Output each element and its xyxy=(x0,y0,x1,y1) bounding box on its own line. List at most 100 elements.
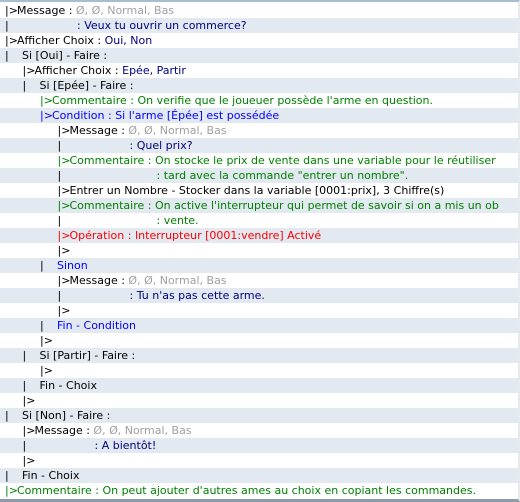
event-command-row[interactable]: | : Tu n'as pas cette arme. xyxy=(0,288,518,303)
event-command-row[interactable]: | : Veux tu ouvrir un commerce? xyxy=(0,18,518,33)
command-segment: Fin - Choix xyxy=(39,379,97,392)
command-text: Sinon xyxy=(57,258,88,273)
event-command-row[interactable]: |> Message : Ø, Ø, Normal, Bas xyxy=(0,123,518,138)
command-text: Commentaire : On stocke le prix de vente… xyxy=(70,153,496,168)
event-command-row[interactable]: | Fin - Choix xyxy=(0,468,518,483)
command-segment: Commentaire : On active l'interrupteur q… xyxy=(69,199,499,212)
event-command-row[interactable]: | Sinon xyxy=(0,258,518,273)
command-segment: : Veux tu ouvrir un commerce? xyxy=(77,19,247,32)
command-segment: Afficher Choix : xyxy=(34,64,123,77)
event-command-row[interactable]: |> Opération : Interrupteur [0001:vendre… xyxy=(0,228,518,243)
event-command-row[interactable]: |> Message : Ø, Ø, Normal, Bas xyxy=(0,273,518,288)
command-marker: |> xyxy=(57,304,71,317)
command-text: Message : Ø, Ø, Normal, Bas xyxy=(35,423,192,438)
command-segment: Message : xyxy=(69,124,129,137)
command-text: Si [Partir] - Faire : xyxy=(40,348,136,363)
event-command-row[interactable]: |> Afficher Choix : Oui, Non xyxy=(0,33,518,48)
command-text: : tard avec la commande "entrer un nombr… xyxy=(157,168,409,183)
command-text: Opération : Interrupteur [0001:vendre] A… xyxy=(70,228,322,243)
indent-bar: | xyxy=(40,319,44,332)
command-segment: : Quel prix? xyxy=(129,139,193,152)
command-marker: |> xyxy=(22,454,36,467)
command-segment: Fin - Condition xyxy=(57,319,137,332)
command-segment: Si [Epée] - Faire : xyxy=(39,79,134,92)
command-segment: Condition : Si l'arme [Épée] est possédé… xyxy=(52,109,280,122)
command-text: : Veux tu ouvrir un commerce? xyxy=(77,18,247,33)
command-segment: Si [Non] - Faire : xyxy=(22,409,111,422)
indent-bar: | xyxy=(22,349,27,362)
command-segment: : A bientôt! xyxy=(94,439,157,452)
event-command-row[interactable]: | : vente. xyxy=(0,213,518,228)
command-text: : vente. xyxy=(157,213,199,228)
event-command-row[interactable]: | Si [Epée] - Faire : xyxy=(0,78,518,93)
event-command-row[interactable]: |> xyxy=(0,393,518,408)
event-command-row[interactable]: |> xyxy=(0,333,518,348)
command-params: Ø, Ø, Normal, Bas xyxy=(128,274,227,287)
indent-bar: | xyxy=(57,139,62,152)
command-segment: : vente. xyxy=(156,214,199,227)
command-text: Message : Ø, Ø, Normal, Bas xyxy=(70,273,227,288)
command-segment: Message : xyxy=(17,4,76,17)
command-params: Ø, Ø, Normal, Bas xyxy=(93,424,192,437)
event-command-row[interactable]: |> xyxy=(0,243,518,258)
command-params: Ø, Ø, Normal, Bas xyxy=(128,124,227,137)
command-segment: Sinon xyxy=(57,259,88,272)
event-command-row[interactable]: |> Commentaire : On verifie que le joueu… xyxy=(0,93,518,108)
indent-bar: | xyxy=(5,469,9,482)
indent-bar: | xyxy=(5,409,9,422)
command-text: Si [Non] - Faire : xyxy=(22,408,110,423)
event-command-row[interactable]: |> Message : Ø, Ø, Normal, Bas xyxy=(0,423,518,438)
command-text: Afficher Choix : Oui, Non xyxy=(17,33,152,48)
command-text: Fin - Condition xyxy=(57,318,136,333)
command-segment: Opération : Interrupteur [0001:vendre] A… xyxy=(69,229,322,242)
event-command-list[interactable]: |> Message : Ø, Ø, Normal, Bas |: Veux tu… xyxy=(0,3,518,498)
indent-bar: | xyxy=(22,79,27,92)
event-command-row[interactable]: |> Condition : Si l'arme [Épée] est poss… xyxy=(0,108,518,123)
indent-bar: | xyxy=(57,214,62,227)
indent-bar: | xyxy=(5,49,9,62)
command-text: Fin - Choix xyxy=(40,378,97,393)
event-command-row[interactable]: |> xyxy=(0,453,518,468)
event-command-row[interactable]: |> Commentaire : On active l'interrupteu… xyxy=(0,198,518,213)
command-segment: Fin - Choix xyxy=(22,469,80,482)
event-command-row[interactable]: |> Message : Ø, Ø, Normal, Bas xyxy=(0,3,518,18)
event-command-row[interactable]: | : A bientôt! xyxy=(0,438,518,453)
event-command-row[interactable]: |> Commentaire : On peut ajouter d'autre… xyxy=(0,483,518,498)
command-params: Ø, Ø, Normal, Bas xyxy=(75,4,175,17)
command-segment: : Tu n'as pas cette arme. xyxy=(129,289,265,302)
indent-bar: | xyxy=(22,439,27,452)
command-segment: Si [Partir] - Faire : xyxy=(39,349,136,362)
command-segment: Oui, Non xyxy=(104,34,153,47)
event-command-row[interactable]: |> Entrer un Nombre - Stocker dans la va… xyxy=(0,183,518,198)
command-segment: Afficher Choix : xyxy=(17,34,105,47)
event-command-row[interactable]: | Si [Partir] - Faire : xyxy=(0,348,518,363)
command-text: : A bientôt! xyxy=(95,438,157,453)
indent-bar: | xyxy=(57,289,62,302)
command-segment: Commentaire : On stocke le prix de vente… xyxy=(69,154,496,167)
event-command-row[interactable]: | Si [Non] - Faire : xyxy=(0,408,518,423)
event-command-row[interactable]: | Fin - Condition xyxy=(0,318,518,333)
command-text: : Tu n'as pas cette arme. xyxy=(130,288,265,303)
command-marker: |> xyxy=(40,364,53,377)
command-text: Condition : Si l'arme [Épée] est possédé… xyxy=(52,108,279,123)
indent-bar: | xyxy=(5,19,9,32)
indent-bar: | xyxy=(40,259,44,272)
event-command-row[interactable]: | Fin - Choix xyxy=(0,378,518,393)
command-text: Commentaire : On peut ajouter d'autres a… xyxy=(17,483,476,498)
command-segment: Commentaire : On peut ajouter d'autres a… xyxy=(17,484,476,497)
event-command-row[interactable]: | : tard avec la commande "entrer un nomb… xyxy=(0,168,518,183)
event-command-row[interactable]: |> Afficher Choix : Epée, Partir xyxy=(0,63,518,78)
command-text: Message : Ø, Ø, Normal, Bas xyxy=(70,123,227,138)
command-text: Afficher Choix : Epée, Partir xyxy=(35,63,186,78)
command-text: Entrer un Nombre - Stocker dans la varia… xyxy=(70,183,445,198)
indent-bar: | xyxy=(22,379,27,392)
command-text: Si [Oui] - Faire : xyxy=(22,48,107,63)
event-command-row[interactable]: |> xyxy=(0,303,518,318)
event-command-row[interactable]: |> xyxy=(0,363,518,378)
event-command-row[interactable]: | : Quel prix? xyxy=(0,138,518,153)
event-command-row[interactable]: |> Commentaire : On stocke le prix de ve… xyxy=(0,153,518,168)
command-segment: Message : xyxy=(34,424,94,437)
indent-bar: | xyxy=(57,169,62,182)
event-command-row[interactable]: | Si [Oui] - Faire : xyxy=(0,48,518,63)
command-text: Si [Epée] - Faire : xyxy=(40,78,134,93)
